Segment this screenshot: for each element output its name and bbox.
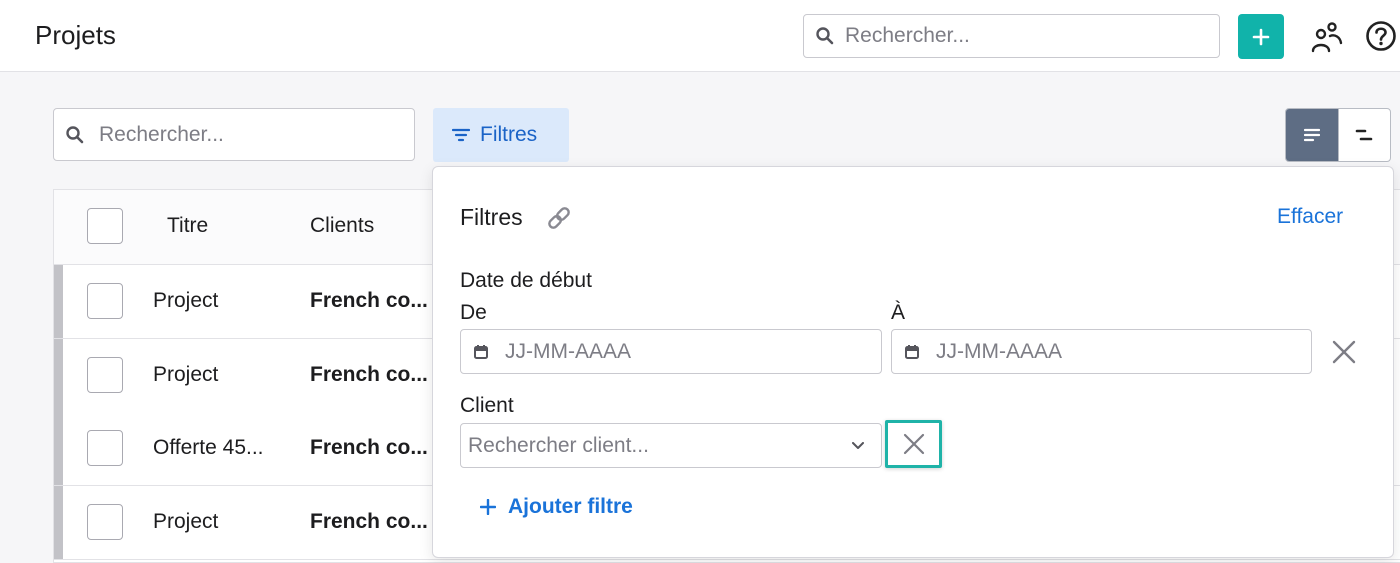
from-date-field[interactable]: JJ-MM-AAAA	[460, 329, 882, 374]
gantt-view-icon	[1356, 129, 1373, 141]
row-checkbox[interactable]	[87, 357, 123, 393]
row-title: Project	[153, 363, 219, 386]
row-title: Project	[153, 510, 219, 533]
filters-button-label: Filtres	[480, 123, 538, 146]
row-status-bar	[54, 486, 63, 559]
close-icon	[903, 433, 924, 455]
page-title: Projets	[35, 20, 116, 50]
row-status-bar	[54, 339, 63, 412]
from-date-placeholder: JJ-MM-AAAA	[505, 339, 631, 363]
column-header-clients[interactable]: Clients	[310, 214, 374, 238]
close-icon	[1332, 340, 1356, 364]
row-status-bar	[54, 412, 63, 485]
help-button[interactable]	[1364, 19, 1398, 53]
remove-client-filter-button[interactable]	[885, 420, 942, 468]
column-header-title[interactable]: Titre	[167, 214, 208, 238]
add-filter-button[interactable]: Ajouter filtre	[480, 495, 633, 519]
people-icon	[1311, 22, 1343, 53]
to-date-label: À	[891, 301, 906, 324]
list-view-button[interactable]	[1286, 109, 1338, 161]
client-filter-label: Client	[460, 394, 514, 417]
team-button[interactable]	[1308, 18, 1346, 56]
row-client: French co...	[310, 289, 428, 312]
row-client: French co...	[310, 510, 428, 533]
global-search-input[interactable]	[845, 24, 1185, 48]
to-date-placeholder: JJ-MM-AAAA	[936, 339, 1062, 363]
plus-icon	[1252, 28, 1270, 45]
calendar-icon	[905, 344, 919, 359]
row-client: French co...	[310, 363, 428, 386]
client-select[interactable]: Rechercher client...	[460, 423, 882, 468]
filters-panel: Filtres Effacer Date de début De À JJ-MM…	[432, 166, 1394, 558]
list-view-icon	[1303, 128, 1320, 142]
plus-icon	[480, 499, 496, 515]
row-checkbox[interactable]	[87, 430, 123, 466]
select-all-checkbox[interactable]	[87, 208, 123, 244]
row-client: French co...	[310, 436, 428, 459]
project-search[interactable]	[53, 108, 415, 161]
start-date-label: Date de début	[460, 269, 592, 292]
filters-button[interactable]: Filtres	[433, 108, 569, 162]
row-title: Offerte 45...	[153, 436, 264, 459]
row-title: Project	[153, 289, 219, 312]
filter-icon	[452, 128, 470, 142]
row-status-bar	[54, 265, 63, 338]
search-icon	[66, 125, 84, 143]
gantt-view-button[interactable]	[1337, 109, 1390, 161]
filters-panel-title: Filtres	[460, 204, 523, 230]
clear-filters-link[interactable]: Effacer	[1277, 205, 1343, 229]
calendar-icon	[474, 344, 488, 359]
view-toggle	[1285, 108, 1391, 162]
from-date-label: De	[460, 301, 487, 324]
client-select-placeholder: Rechercher client...	[468, 433, 649, 457]
add-filter-label: Ajouter filtre	[508, 495, 633, 518]
top-bar: Projets	[0, 0, 1400, 72]
search-icon	[816, 27, 834, 45]
copy-filter-link-button[interactable]	[545, 204, 573, 237]
chevron-down-icon	[852, 441, 864, 449]
link-icon	[548, 207, 570, 229]
help-icon	[1366, 21, 1396, 51]
row-checkbox[interactable]	[87, 283, 123, 319]
project-search-input[interactable]	[99, 122, 399, 147]
remove-date-filter-button[interactable]	[1329, 337, 1359, 367]
global-search[interactable]	[803, 14, 1220, 58]
row-checkbox[interactable]	[87, 504, 123, 540]
add-project-button[interactable]	[1238, 14, 1284, 59]
to-date-field[interactable]: JJ-MM-AAAA	[891, 329, 1312, 374]
